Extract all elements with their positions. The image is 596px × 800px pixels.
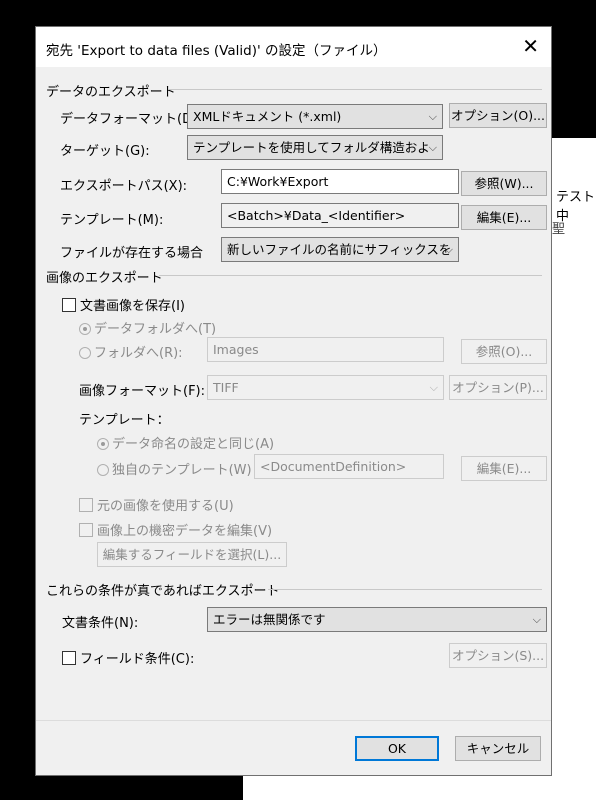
image-template-heading: テンプレート： [79, 413, 170, 428]
export-path-label: エクスポートパス(X): [60, 179, 188, 194]
image-format-label: 画像フォーマット(F): [79, 384, 206, 399]
section-heading-conditions: これらの条件が真であればエクスポート [46, 584, 280, 599]
format-options-button[interactable]: オプション(O)... [449, 103, 547, 128]
doc-condition-select[interactable]: エラーは無関係です ⌵ [207, 607, 547, 632]
radio-icon [97, 438, 109, 450]
divider [159, 275, 542, 276]
edit-sensitive-checkbox[interactable]: 画像上の機密データを編集(V) [79, 520, 272, 539]
file-exists-label: ファイルが存在する場合 [60, 246, 204, 261]
dialog-title: 宛先 'Export to data files (Valid)' の設定（ファ… [46, 43, 387, 59]
chevron-down-icon: ⌵ [428, 110, 437, 123]
doc-condition-label: 文書条件(N): [62, 616, 139, 631]
template-label: テンプレート(M): [60, 213, 164, 228]
export-path-input[interactable]: C:¥Work¥Export [221, 169, 459, 194]
same-as-data-label: データ命名の設定と同じ(A) [112, 437, 275, 452]
own-template-radio[interactable]: 独自のテンプレート(W) [97, 459, 252, 478]
target-select[interactable]: テンプレートを使用してフォルダ構造およ ⌵ [187, 135, 443, 160]
chevron-down-icon: ⌵ [532, 613, 541, 626]
field-condition-checkbox[interactable]: フィールド条件(C): [62, 648, 194, 667]
to-folder-radio[interactable]: フォルダへ(R): [79, 342, 183, 361]
export-path-browse-button[interactable]: 参照(W)... [461, 171, 547, 196]
format-select[interactable]: XMLドキュメント (*.xml) ⌵ [187, 104, 443, 129]
radio-icon [79, 347, 91, 359]
image-format-select-value: TIFF [213, 380, 239, 395]
folder-browse-button[interactable]: 参照(O)... [461, 339, 547, 364]
file-exists-select-value: 新しいファイルの名前にサフィックスを [227, 242, 452, 257]
divider [168, 89, 542, 90]
background-text-2: 聖 [552, 222, 566, 237]
select-fields-button[interactable]: 編集するフィールドを選択(L)... [97, 542, 287, 567]
chevron-down-icon: ⌵ [428, 141, 437, 154]
doc-condition-select-value: エラーは無関係です [213, 612, 326, 627]
own-template-input[interactable]: <DocumentDefinition> [254, 454, 444, 479]
section-heading-data-export: データのエクスポート [46, 85, 176, 100]
field-condition-label: フィールド条件(C): [80, 652, 195, 667]
format-select-value: XMLドキュメント (*.xml) [193, 109, 342, 124]
folder-input[interactable]: Images [207, 337, 444, 362]
chevron-down-icon: ⌵ [429, 381, 438, 394]
image-format-options-button[interactable]: オプション(P)... [449, 375, 547, 400]
template-edit-button[interactable]: 編集(E)... [461, 205, 547, 230]
to-folder-label: フォルダへ(R): [94, 346, 183, 361]
checkbox-icon [79, 523, 93, 537]
edit-sensitive-label: 画像上の機密データを編集(V) [97, 524, 273, 539]
footer-divider [36, 720, 551, 721]
own-template-label: 独自のテンプレート(W) [112, 463, 252, 478]
divider [268, 589, 542, 590]
save-images-label: 文書画像を保存(I) [80, 299, 185, 314]
image-format-select[interactable]: TIFF ⌵ [207, 375, 444, 400]
ok-button[interactable]: OK [355, 736, 439, 761]
same-as-data-radio[interactable]: データ命名の設定と同じ(A) [97, 433, 274, 452]
to-data-folder-label: データフォルダへ(T) [94, 322, 217, 337]
cancel-button[interactable]: キャンセル [455, 736, 541, 761]
title-bar: 宛先 'Export to data files (Valid)' の設定（ファ… [36, 27, 551, 67]
export-settings-dialog: 宛先 'Export to data files (Valid)' の設定（ファ… [35, 26, 552, 776]
radio-icon [79, 323, 91, 335]
field-condition-options-button[interactable]: オプション(S)... [449, 643, 547, 668]
checkbox-icon [62, 651, 76, 665]
format-label: データフォーマット(D): [60, 112, 202, 127]
use-original-checkbox[interactable]: 元の画像を使用する(U) [79, 495, 234, 514]
target-select-value: テンプレートを使用してフォルダ構造およ [193, 140, 430, 155]
target-label: ターゲット(G): [60, 144, 150, 159]
own-template-edit-button[interactable]: 編集(E)... [461, 456, 547, 481]
checkbox-icon [79, 498, 93, 512]
radio-icon [97, 464, 109, 476]
to-data-folder-radio[interactable]: データフォルダへ(T) [79, 318, 216, 337]
template-input[interactable]: <Batch>¥Data_<Identifier> [221, 203, 459, 228]
section-heading-image-export: 画像のエクスポート [46, 271, 163, 286]
save-images-checkbox[interactable]: 文書画像を保存(I) [62, 295, 185, 314]
use-original-label: 元の画像を使用する(U) [97, 499, 234, 514]
chevron-down-icon: ⌵ [444, 243, 453, 256]
checkbox-icon [62, 298, 76, 312]
close-icon[interactable]: ✕ [522, 36, 539, 56]
file-exists-select[interactable]: 新しいファイルの名前にサフィックスを ⌵ [221, 237, 459, 262]
